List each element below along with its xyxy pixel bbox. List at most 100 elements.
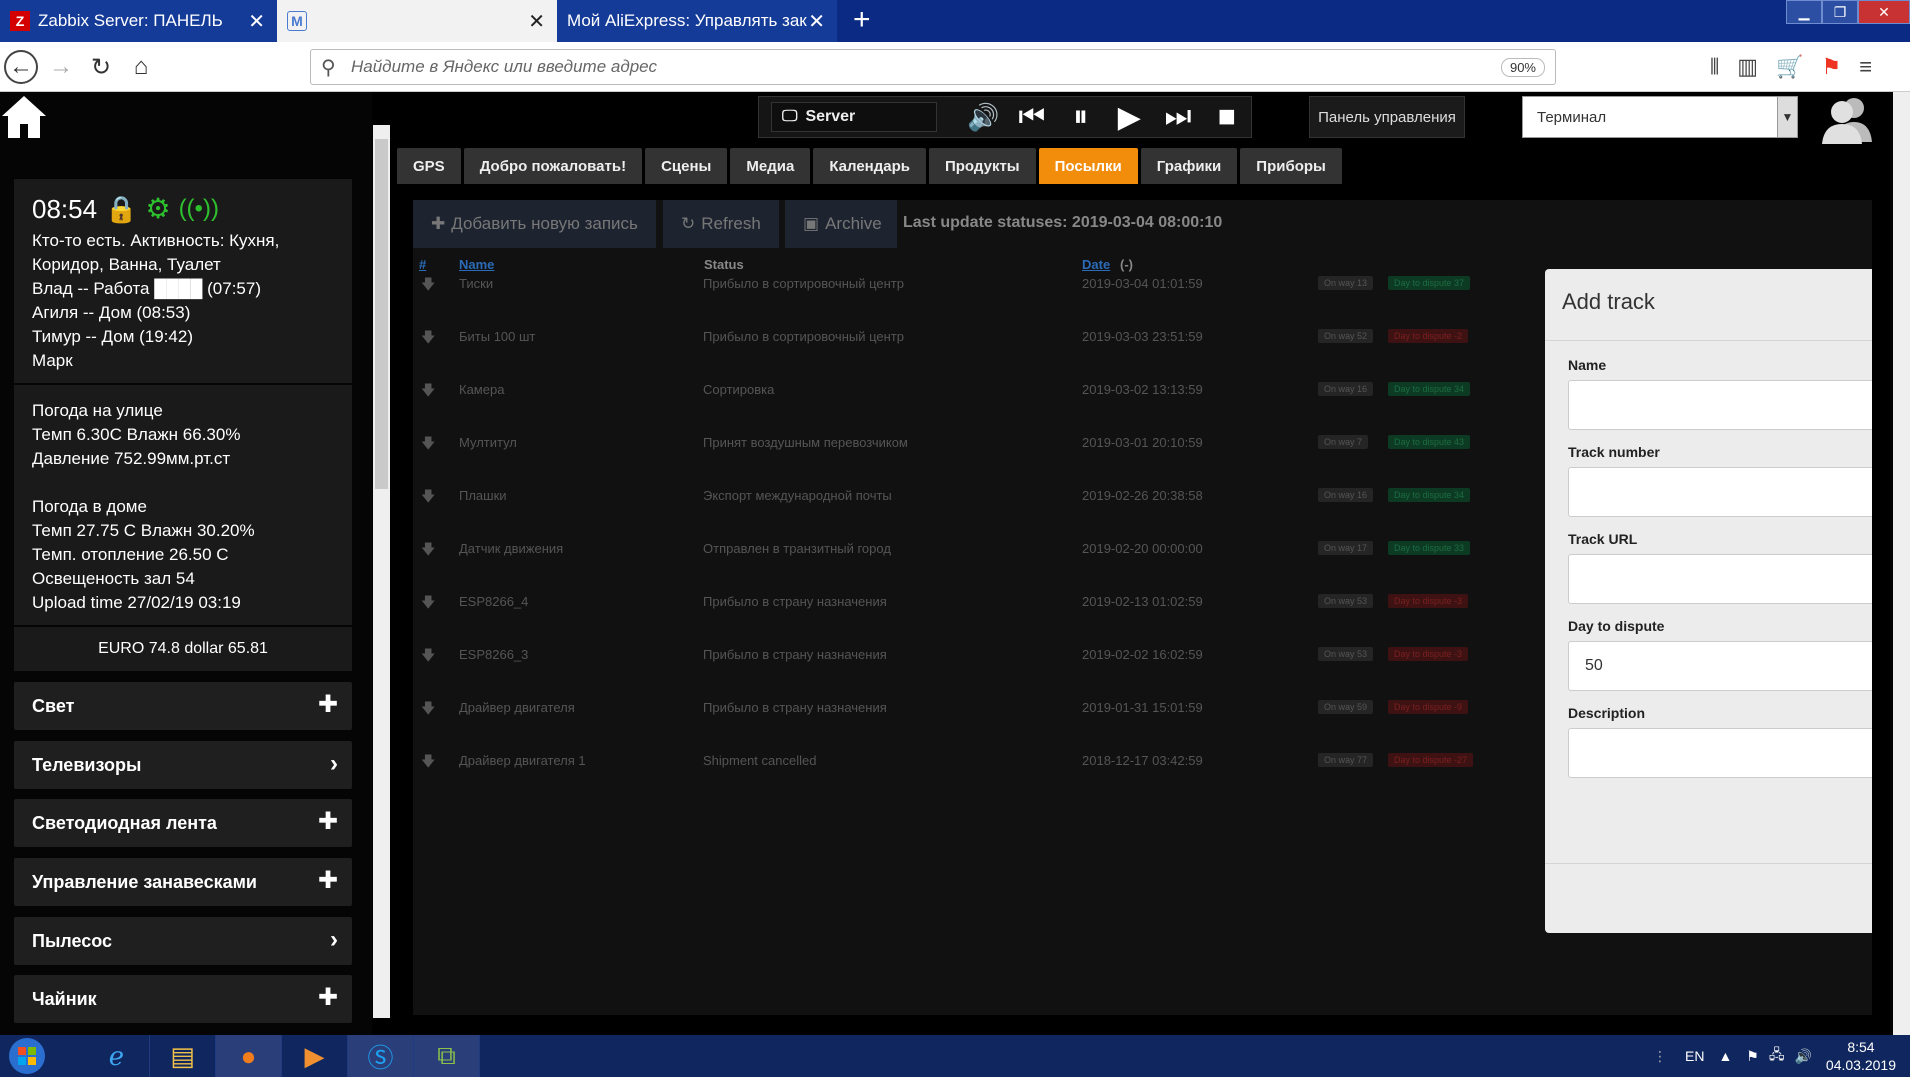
expand-arrow-icon[interactable]: 🡇 [421,539,435,563]
explorer-folder-icon[interactable]: ▤ [150,1035,216,1077]
browser-tab-majordomo[interactable]: M ✕ [277,0,557,42]
start-button[interactable] [0,1035,54,1077]
table-row[interactable]: 🡇 Датчик движения Отправлен в транзитный г… [413,535,1533,575]
tab-close-icon[interactable]: ✕ [248,9,265,34]
table-row[interactable]: 🡇 Биты 100 шт Прибыло в сортировочный цент… [413,323,1533,363]
table-row[interactable]: 🡇 Драйвер двигателя Прибыло в страну назна… [413,694,1533,734]
expand-arrow-icon[interactable]: 🡇 [421,751,435,775]
menu-led-strip[interactable]: Светодиодная лента ✚ [14,799,352,847]
tray-clock[interactable]: 8:54 04.03.2019 [1826,1038,1896,1074]
table-row[interactable]: 🡇 ESP8266_4 Прибыло в страну назначения 201… [413,588,1533,628]
table-row[interactable]: 🡇 Камера Сортировка 2019-03-02 13:13:59 On w… [413,376,1533,416]
tab-gps[interactable]: GPS [397,148,461,184]
window-close-icon[interactable]: ✕ [1858,0,1910,24]
on-way-badge: On way 59 [1318,700,1374,714]
address-bar[interactable]: ⚲ Найдите в Яндекс или введите адрес 90% [310,49,1556,85]
tab-welcome[interactable]: Добро пожаловать! [463,148,643,184]
tab-charts[interactable]: Графики [1140,148,1238,184]
menu-kettle[interactable]: Чайник ✚ [14,975,352,1023]
expand-arrow-icon[interactable]: 🡇 [421,327,435,351]
ie-icon[interactable]: ℯ [84,1035,150,1077]
chevron-right-icon[interactable]: › [330,928,338,952]
tab-calendar[interactable]: Календарь [813,148,926,184]
cart-icon[interactable]: 🛒 [1776,54,1803,80]
table-row[interactable]: 🡇 Плашки Экспорт международной почты 2019-0… [413,482,1533,522]
home-icon[interactable]: ⌂ [124,50,158,84]
forward-arrow-icon[interactable]: → [44,50,78,84]
firefox-icon[interactable]: ● [216,1035,282,1077]
bookmark-flag-icon[interactable]: ⚑ [1821,54,1841,80]
menu-curtains[interactable]: Управление занавесками ✚ [14,858,352,906]
zoom-level[interactable]: 90% [1500,58,1545,77]
table-row[interactable]: 🡇 Мултитул Принят воздушным перевозчиком 20… [413,429,1533,469]
tab-close-icon[interactable]: ✕ [528,9,545,34]
volume-tray-icon[interactable]: 🔊 [1794,1048,1811,1065]
plus-icon[interactable]: ✚ [318,986,338,1010]
sidebar-scrollbar[interactable] [373,125,390,1018]
home-icon[interactable] [0,92,48,142]
wifi-antenna-icon: ((•)) [178,195,219,222]
tab-scenes[interactable]: Сцены [645,148,728,184]
browser-tab-zabbix[interactable]: Z Zabbix Server: ПАНЕЛЬ ✕ [0,0,277,42]
minimize-icon[interactable]: ▁ [1786,0,1822,24]
expand-arrow-icon[interactable]: 🡇 [421,274,435,298]
back-arrow-icon[interactable]: ← [4,50,38,84]
language-indicator[interactable]: EN [1685,1048,1704,1064]
plus-icon[interactable]: ✚ [318,869,338,893]
tab-products[interactable]: Продукты [928,148,1036,184]
terminal-select[interactable]: Терминал ▼ [1522,96,1798,138]
browser-tab-aliexpress[interactable]: Мой AliExpress: Управлять заказа ✕ [557,0,837,42]
description-input[interactable] [1568,728,1872,778]
sidebar-toggle-icon[interactable]: ▥ [1737,54,1758,80]
tray-expand-icon[interactable]: ▲ [1718,1048,1732,1064]
scrollbar-thumb[interactable] [375,139,388,489]
reload-icon[interactable]: ↻ [84,50,118,84]
action-center-flag-icon[interactable]: ⚑ [1746,1048,1759,1065]
expand-arrow-icon[interactable]: 🡇 [421,698,435,722]
track-url-input[interactable] [1568,554,1872,604]
next-icon[interactable]: ⏭ [1154,100,1203,134]
menu-light[interactable]: Свет ✚ [14,682,352,730]
network-app-icon[interactable]: ⧉ [414,1035,480,1077]
menu-tv[interactable]: Телевизоры › [14,741,352,789]
server-select[interactable]: 🖵 Server [771,102,937,132]
table-row[interactable]: 🡇 ESP8266_3 Прибыло в страну назначения 201… [413,641,1533,681]
page-scrollbar[interactable] [1893,92,1910,1035]
previous-icon[interactable]: ⏮ [1008,100,1057,134]
expand-arrow-icon[interactable]: 🡇 [421,380,435,404]
tab-parcels[interactable]: Посылки [1038,148,1138,184]
table-row[interactable]: 🡇 Драйвер двигателя 1 Shipment cancelled 20… [413,747,1533,787]
menu-vacuum[interactable]: Пылесос › [14,917,352,965]
expand-arrow-icon[interactable]: 🡇 [421,433,435,457]
volume-icon[interactable]: 🔊 [959,102,1008,133]
day-to-dispute-input[interactable]: 50 [1568,641,1872,691]
plus-icon[interactable]: ✚ [318,810,338,834]
pause-icon[interactable]: ⏸ [1056,100,1105,134]
play-icon[interactable]: ▶ [1105,100,1154,135]
expand-arrow-icon[interactable]: 🡇 [421,486,435,510]
expand-arrow-icon[interactable]: 🡇 [421,592,435,616]
name-input[interactable] [1568,380,1872,430]
skype-icon[interactable]: Ⓢ [348,1035,414,1077]
archive-button[interactable]: ▣ Archive [785,200,897,248]
tab-devices[interactable]: Приборы [1240,148,1342,184]
media-player-icon[interactable]: ▶ [282,1035,348,1077]
menu-icon[interactable]: ≡ [1859,54,1872,80]
tab-close-icon[interactable]: ✕ [808,9,825,34]
tab-media[interactable]: Медиа [730,148,811,184]
chevron-right-icon[interactable]: › [330,752,338,776]
control-panel-button[interactable]: Панель управления [1309,96,1465,138]
track-number-input[interactable] [1568,467,1872,517]
add-record-button[interactable]: ✚ Добавить новую запись [413,200,656,248]
users-avatar-icon[interactable] [1818,94,1874,144]
network-icon[interactable]: 🖧 [1769,1044,1785,1068]
chevron-down-icon[interactable]: ▼ [1777,97,1797,137]
new-tab-button[interactable]: + [853,0,871,42]
refresh-button[interactable]: ↻ Refresh [663,200,779,248]
expand-arrow-icon[interactable]: 🡇 [421,645,435,669]
stop-icon[interactable]: ■ [1202,100,1251,134]
table-row[interactable]: 🡇 Тиски Прибыло в сортировочный центр 2019-… [413,270,1533,310]
plus-icon[interactable]: ✚ [318,693,338,717]
library-icon[interactable]: ⫴ [1710,54,1719,80]
maximize-icon[interactable]: ❐ [1822,0,1858,24]
